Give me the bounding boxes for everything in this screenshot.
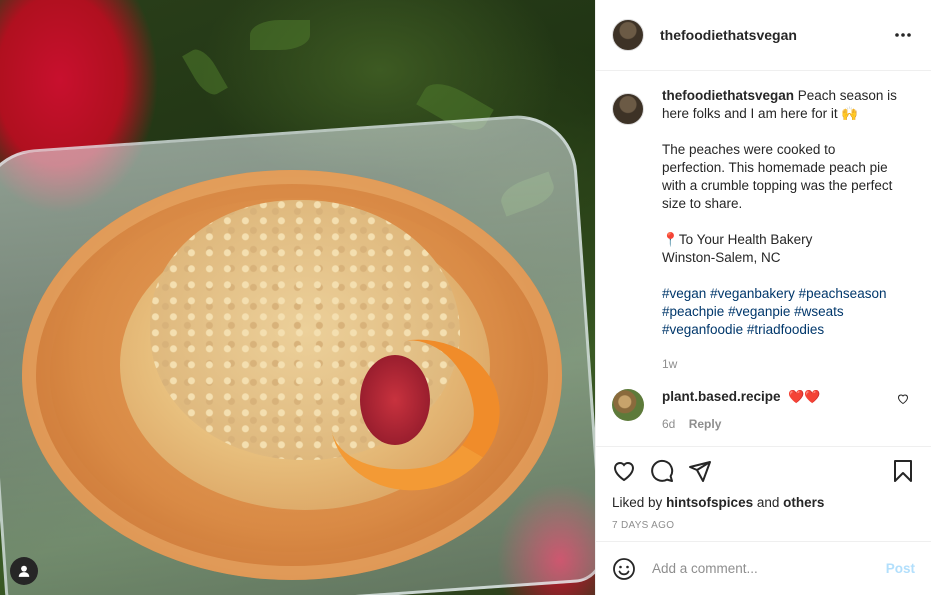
save-button[interactable] <box>891 459 915 483</box>
caption-username[interactable]: thefoodiethatsvegan <box>662 88 794 103</box>
post-timestamp[interactable]: 7 DAYS AGO <box>612 520 915 531</box>
hashtag-link[interactable]: #peachseason <box>799 286 887 301</box>
like-button[interactable] <box>612 459 636 483</box>
add-comment-bar: Post <box>596 541 931 595</box>
hashtag-link[interactable]: #triadfoodies <box>747 322 824 337</box>
comment-like-button[interactable] <box>897 393 909 408</box>
post-header: thefoodiethatsvegan <box>596 0 931 71</box>
caption-age[interactable]: 1w <box>662 355 902 373</box>
liked-by: Liked by hintsofspices and others <box>612 495 915 510</box>
location-pin-icon: 📍 <box>662 232 679 247</box>
hashtag-link[interactable]: #vegan <box>662 286 706 301</box>
comment-meta: 6d Reply <box>662 417 821 431</box>
hashtag-link[interactable]: #veganfoodie <box>662 322 743 337</box>
comment-age[interactable]: 6d <box>662 417 675 431</box>
comment-body: plant.based.recipe ❤️❤️ 6d Reply <box>662 389 821 431</box>
post-button[interactable]: Post <box>886 561 915 576</box>
comments-section[interactable]: thefoodiethatsvegan Peach season is here… <box>596 71 931 446</box>
liked-prefix: Liked by <box>612 495 663 510</box>
bookmark-icon <box>894 460 912 482</box>
hashtags: #vegan #veganbakery #peachseason #peachp… <box>662 285 902 339</box>
avatar[interactable] <box>612 389 644 421</box>
more-options-button[interactable] <box>891 23 915 47</box>
comment-input[interactable] <box>652 561 886 576</box>
user-icon <box>18 565 30 577</box>
avatar[interactable] <box>612 93 644 125</box>
more-horizontal-icon <box>895 33 911 37</box>
comment-icon <box>651 459 674 482</box>
action-icons <box>612 455 915 487</box>
berry-filling <box>360 355 430 445</box>
emoji-button[interactable] <box>612 557 636 581</box>
leaf-decoration <box>182 44 228 100</box>
hashtag-link[interactable]: #veganpie <box>728 304 790 319</box>
user-tag-button[interactable] <box>10 557 38 585</box>
comment-button[interactable] <box>650 459 674 483</box>
raised-hands-emoji: 🙌 <box>841 106 859 121</box>
share-button[interactable] <box>688 459 712 483</box>
liked-user[interactable]: hintsofspices <box>666 495 753 510</box>
liked-others[interactable]: others <box>783 495 824 510</box>
post-sidebar: thefoodiethatsvegan thefoodiethatsvegan … <box>595 0 931 595</box>
location-block: 📍To Your Health Bakery Winston-Salem, NC <box>662 231 902 267</box>
location-name: To Your Health Bakery <box>678 232 813 247</box>
smiley-icon <box>613 557 635 580</box>
reply-button[interactable]: Reply <box>689 417 722 431</box>
hashtag-link[interactable]: #wseats <box>794 304 844 319</box>
comment-item: plant.based.recipe ❤️❤️ 6d Reply <box>612 389 915 431</box>
hashtag-link[interactable]: #veganbakery <box>710 286 795 301</box>
avatar[interactable] <box>612 19 644 51</box>
leaf-decoration <box>250 20 310 50</box>
caption: thefoodiethatsvegan Peach season is here… <box>612 87 915 373</box>
location-city: Winston-Salem, NC <box>662 250 781 265</box>
post-modal: thefoodiethatsvegan thefoodiethatsvegan … <box>0 0 931 595</box>
comment-username[interactable]: plant.based.recipe <box>662 389 781 404</box>
caption-paragraph: The peaches were cooked to perfection. T… <box>662 142 893 211</box>
heart-icon <box>897 394 909 405</box>
comment-text: ❤️❤️ <box>788 389 821 404</box>
liked-and: and <box>756 495 780 510</box>
post-photo[interactable] <box>0 0 595 595</box>
heart-icon <box>613 462 635 482</box>
hashtag-link[interactable]: #peachpie <box>662 304 724 319</box>
caption-body: thefoodiethatsvegan Peach season is here… <box>662 87 902 373</box>
post-actions: Liked by hintsofspices and others 7 DAYS… <box>596 446 931 541</box>
share-icon <box>689 461 711 482</box>
header-username[interactable]: thefoodiethatsvegan <box>660 27 891 43</box>
